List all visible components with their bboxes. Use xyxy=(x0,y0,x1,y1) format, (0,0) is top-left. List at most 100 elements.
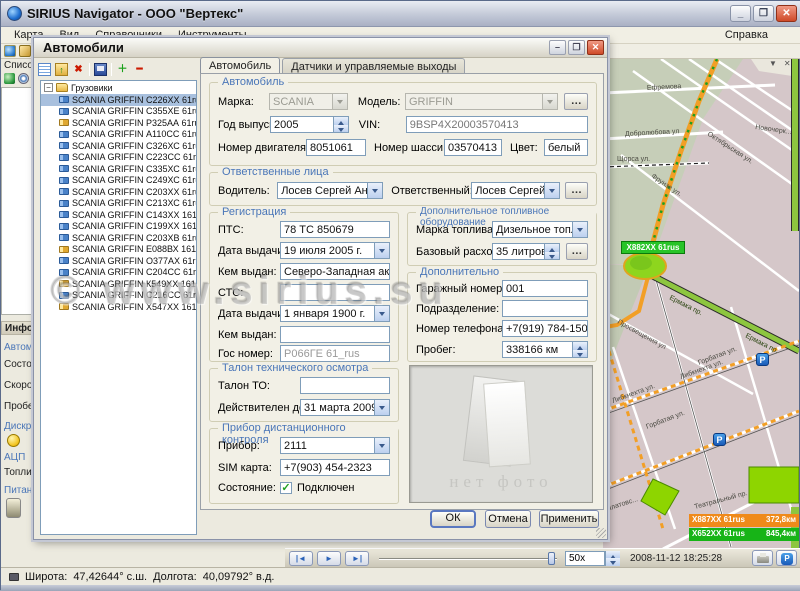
sts-issued-by-field[interactable] xyxy=(280,326,390,343)
play-button[interactable]: ► xyxy=(317,551,341,566)
valid-until-picker[interactable]: 31 марта 2009 г. xyxy=(300,399,390,416)
delete-icon[interactable]: ✖ xyxy=(72,63,85,76)
fuel-brand-combo[interactable]: Дизельное топливо xyxy=(492,221,588,238)
tree-item-vehicle[interactable]: SCANIA GRIFFIN К549ХХ 161rus xyxy=(41,278,196,290)
driver-combo[interactable]: Лосев Сергей Анатоль xyxy=(277,182,383,199)
restore-button[interactable]: ❐ xyxy=(753,5,774,22)
persons-browse-button[interactable]: … xyxy=(565,182,588,199)
add-vehicle-icon[interactable]: ＋ xyxy=(116,63,129,76)
folder-up-icon[interactable]: ↑ xyxy=(55,63,68,76)
connected-checkbox[interactable]: ✓ xyxy=(280,482,292,494)
spinner-arrows-icon[interactable] xyxy=(544,244,559,259)
dialog-minimize-button[interactable]: – xyxy=(549,40,566,55)
garage-field[interactable]: 001 xyxy=(502,280,588,297)
playback-timestamp: 2008-11-12 18:25:28 xyxy=(630,553,722,564)
apply-button[interactable]: Применить xyxy=(539,510,599,528)
issue-date-picker[interactable]: 19 июля 2005 г. xyxy=(280,242,390,259)
marka-combo[interactable]: SCANIA xyxy=(269,93,348,110)
tree-item-vehicle[interactable]: SCANIA GRIFFIN С143ХХ 161rus xyxy=(41,209,196,221)
tab-datchiki[interactable]: Датчики и управляемые выходы xyxy=(282,58,465,74)
parking-marker-icon[interactable]: P xyxy=(756,353,769,366)
parking-marker-icon[interactable]: P xyxy=(713,433,726,446)
tree-item-vehicle[interactable]: SCANIA GRIFFIN А110СС 61rus xyxy=(41,129,196,141)
vehicle-list-panel[interactable] xyxy=(1,87,34,315)
sim-field[interactable]: +7(903) 454-2323 xyxy=(280,459,390,476)
tree-item-vehicle[interactable]: SCANIA GRIFFIN С223СС 61rus xyxy=(41,152,196,164)
tree-item-vehicle[interactable]: SCANIA GRIFFIN С213ХС 61rus xyxy=(41,198,196,210)
tree-collapse-icon[interactable]: − xyxy=(44,83,53,92)
print-button[interactable] xyxy=(752,550,773,566)
info-auto-group: Автомоб xyxy=(1,341,34,353)
spinner-arrows-icon[interactable] xyxy=(333,117,348,132)
vin-field[interactable]: 9BSP4X20003570413 xyxy=(406,116,588,133)
globe-icon[interactable] xyxy=(4,45,16,57)
dialog-maximize-button[interactable]: ❐ xyxy=(568,40,585,55)
list-refresh-icon[interactable] xyxy=(38,63,51,76)
chassis-field[interactable]: 03570413 xyxy=(444,139,502,156)
timeline-slider[interactable] xyxy=(379,551,557,566)
tree-item-vehicle[interactable]: SCANIA GRIFFIN О377АХ 61rus xyxy=(41,255,196,267)
chevron-down-icon[interactable]: ▼ xyxy=(769,59,777,68)
pts-field[interactable]: 78 ТС 850679 xyxy=(280,221,390,238)
color-field[interactable]: белый xyxy=(544,139,588,156)
close-button[interactable]: ✕ xyxy=(776,5,797,22)
gos-number-field[interactable]: Р066ГЕ 61_rus xyxy=(280,345,390,362)
chevron-down-icon xyxy=(374,306,389,321)
device-combo[interactable]: 2111 xyxy=(280,437,390,454)
tab-avtomobil[interactable]: Автомобиль xyxy=(200,57,280,74)
map-vehicle-label[interactable]: Х882ХХ 61rus xyxy=(621,241,685,254)
slider-thumb[interactable] xyxy=(548,552,555,565)
tree-item-vehicle[interactable]: SCANIA GRIFFIN С326ХС 61rus xyxy=(41,140,196,152)
save-icon[interactable] xyxy=(94,63,107,76)
truck-icon xyxy=(59,188,69,195)
issued-by-field[interactable]: Северо-Западная акцизная т xyxy=(280,263,390,280)
tree-item-vehicle[interactable]: SCANIA GRIFFIN С355ХЕ 61rus xyxy=(41,106,196,118)
responsible-combo[interactable]: Лосев Сергей Анатоль xyxy=(471,182,560,199)
sts-field[interactable] xyxy=(280,284,390,301)
tree-item-vehicle[interactable]: SCANIA GRIFFIN С203ХХ 61rus xyxy=(41,186,196,198)
spinner-arrows-icon[interactable] xyxy=(572,342,587,357)
consumption-spinner[interactable]: 35 литров xyxy=(492,243,560,260)
year-spinner[interactable]: 2005 xyxy=(270,116,349,133)
consumption-browse-button[interactable]: … xyxy=(566,243,588,260)
model-browse-button[interactable]: … xyxy=(564,93,588,110)
tree-item-vehicle[interactable]: SCANIA GRIFFIN С204СС 61rus xyxy=(41,267,196,279)
parking-toggle-button[interactable]: P xyxy=(776,550,797,566)
tree-item-vehicle[interactable]: SCANIA GRIFFIN С249ХС 61rus xyxy=(41,175,196,187)
tree-item-vehicle[interactable]: SCANIA GRIFFIN Х547ХХ 161rus xyxy=(41,301,196,313)
dialog-titlebar[interactable]: Автомобили – ❐ ✕ xyxy=(34,38,607,58)
tree-item-vehicle[interactable]: SCANIA GRIFFIN С226ХХ 61rus xyxy=(41,94,196,106)
close-icon[interactable]: ✕ xyxy=(784,59,791,68)
tree-item-vehicle[interactable]: SCANIA GRIFFIN С335ХС 61rus xyxy=(41,163,196,175)
step-back-button[interactable]: |◄ xyxy=(289,551,313,566)
tree-item-vehicle[interactable]: SCANIA GRIFFIN С216СС 61rus xyxy=(41,290,196,302)
step-forward-button[interactable]: ►| xyxy=(345,551,369,566)
model-combo[interactable]: GRIFFIN xyxy=(405,93,558,110)
phone-field[interactable]: +7(919) 784-1502 xyxy=(502,320,588,337)
globe-icon[interactable] xyxy=(4,73,15,84)
division-field[interactable] xyxy=(502,300,588,317)
tree-root-trucks[interactable]: − Грузовики xyxy=(41,81,196,94)
menu-spravka[interactable]: Справка xyxy=(718,28,775,42)
engine-field[interactable]: 8051061 xyxy=(306,139,366,156)
tree-item-vehicle[interactable]: SCANIA GRIFFIN С199ХХ 161rus xyxy=(41,221,196,233)
remove-vehicle-icon[interactable]: ━ xyxy=(133,63,146,76)
mileage-spinner[interactable]: 338166 км xyxy=(502,341,588,358)
minimize-button[interactable]: _ xyxy=(730,5,751,22)
map-panel[interactable]: Ефремова Добролюбова ул Щорса ул. Октябр… xyxy=(603,59,799,549)
ok-button[interactable]: ОК xyxy=(430,510,476,528)
dialog-close-button[interactable]: ✕ xyxy=(587,40,604,55)
cancel-button[interactable]: Отмена xyxy=(485,510,531,528)
tree-item-vehicle[interactable]: SCANIA GRIFFIN Р325АА 61rus xyxy=(41,117,196,129)
resize-grip[interactable] xyxy=(596,528,606,538)
spinner-arrows-icon[interactable] xyxy=(605,551,620,566)
wrench-icon[interactable] xyxy=(19,45,31,57)
speed-input[interactable]: 50x xyxy=(565,551,605,566)
eye-icon[interactable] xyxy=(18,73,29,84)
truck-icon xyxy=(59,223,69,230)
talon-field[interactable] xyxy=(300,377,390,394)
tree-item-vehicle[interactable]: SCANIA GRIFFIN С203ХВ 61rus xyxy=(41,232,196,244)
vehicles-tree[interactable]: − Грузовики SCANIA GRIFFIN С226ХХ 61rus … xyxy=(40,80,197,535)
sts-date-picker[interactable]: 1 января 1900 г. xyxy=(280,305,390,322)
tree-item-vehicle[interactable]: SCANIA GRIFFIN Е088ВХ 161rus xyxy=(41,244,196,256)
